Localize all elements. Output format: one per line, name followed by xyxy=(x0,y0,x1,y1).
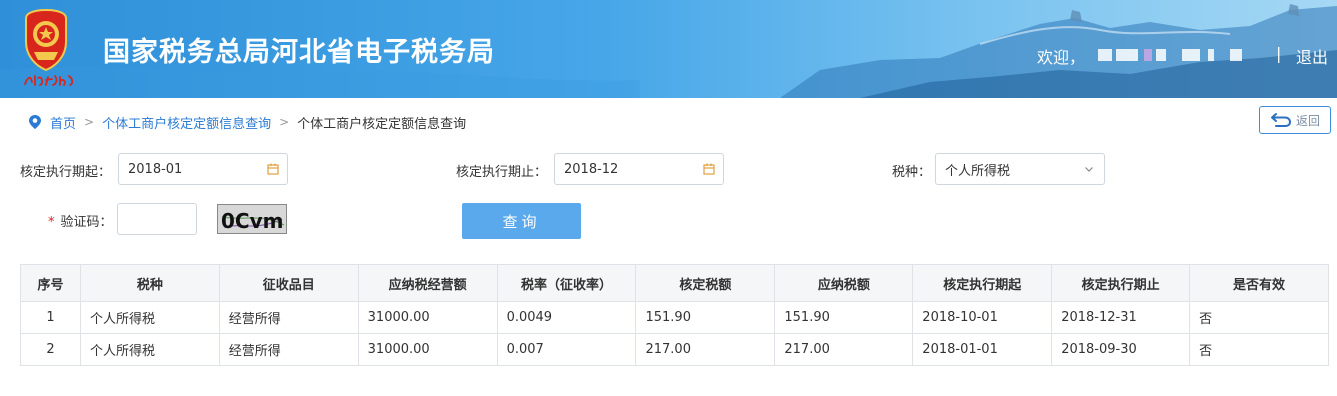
calendar-icon[interactable] xyxy=(267,163,279,175)
back-button-label: 返回 xyxy=(1295,113,1320,128)
col-header-index: 序号 xyxy=(20,264,81,302)
cell-index: 2 xyxy=(20,333,81,366)
captcha-input[interactable] xyxy=(117,203,197,235)
cell-start-date: 2018-01-01 xyxy=(912,333,1053,366)
col-header-taxable-amount: 应纳税经营额 xyxy=(357,264,498,302)
cell-payable-tax: 151.90 xyxy=(774,301,914,334)
start-period-input[interactable]: 2018-01 xyxy=(118,153,288,185)
breadcrumb-separator: > xyxy=(84,115,95,129)
site-header: 国家税务总局河北省电子税务局 欢迎， | 退出 xyxy=(0,0,1337,98)
chevron-down-icon xyxy=(1085,167,1093,172)
calendar-icon[interactable] xyxy=(703,163,715,175)
breadcrumb-home[interactable]: 首页 xyxy=(50,113,76,132)
col-header-payable-tax: 应纳税额 xyxy=(774,264,914,302)
col-header-tax-rate: 税率（征收率） xyxy=(496,264,637,302)
return-arrow-icon xyxy=(1270,113,1291,127)
captcha-graphic: 0Cvm xyxy=(221,209,285,233)
captcha-label-text: 验证码： xyxy=(60,215,113,230)
col-header-item: 征收品目 xyxy=(218,264,359,302)
breadcrumb: 首页 > 个体工商户核定定额信息查询 > 个体工商户核定定额信息查询 xyxy=(28,113,467,132)
end-period-label: 核定执行期止： xyxy=(456,165,548,180)
cell-taxable-amount: 31000.00 xyxy=(357,301,498,334)
start-period-value: 2018-01 xyxy=(128,161,183,177)
cell-assessed-tax: 217.00 xyxy=(635,333,776,366)
logout-link[interactable]: 退出 xyxy=(1296,44,1328,68)
cell-valid: 否 xyxy=(1189,301,1329,334)
table-row: 2 个人所得税 经营所得 31000.00 0.007 217.00 217.0… xyxy=(20,333,1329,366)
col-header-tax-type: 税种 xyxy=(79,264,220,302)
end-period-input[interactable]: 2018-12 xyxy=(554,153,724,185)
cell-index: 1 xyxy=(20,301,81,334)
cell-payable-tax: 217.00 xyxy=(774,333,914,366)
table-row: 1 个人所得税 经营所得 31000.00 0.0049 151.90 151.… xyxy=(20,301,1329,334)
cell-tax-rate: 0.007 xyxy=(496,333,637,366)
welcome-text: 欢迎， xyxy=(1037,48,1086,67)
site-title: 国家税务总局河北省电子税务局 xyxy=(103,37,495,68)
tax-emblem-icon xyxy=(25,8,67,72)
breadcrumb-separator: > xyxy=(279,115,290,129)
col-header-start-date: 核定执行期起 xyxy=(912,264,1053,302)
captcha-image[interactable]: 0Cvm xyxy=(217,204,287,234)
cell-taxable-amount: 31000.00 xyxy=(357,333,498,366)
location-pin-icon xyxy=(29,115,41,129)
start-period-label: 核定执行期起： xyxy=(20,165,112,180)
cell-assessed-tax: 151.90 xyxy=(635,301,776,334)
col-header-end-date: 核定执行期止 xyxy=(1051,264,1191,302)
header-separator: | xyxy=(1276,44,1282,63)
back-button[interactable]: 返回 xyxy=(1259,106,1331,134)
breadcrumb-current: 个体工商户核定定额信息查询 xyxy=(297,116,467,132)
cell-item: 经营所得 xyxy=(218,333,359,366)
redacted-username xyxy=(1090,46,1255,62)
required-mark: * xyxy=(48,215,55,230)
tax-type-label: 税种： xyxy=(892,165,932,180)
tax-type-value: 个人所得税 xyxy=(945,163,1011,179)
cell-tax-rate: 0.0049 xyxy=(496,301,637,334)
query-button[interactable]: 查询 xyxy=(462,203,581,239)
col-header-assessed-tax: 核定税额 xyxy=(635,264,776,302)
table-header-row: 序号 税种 征收品目 应纳税经营额 税率（征收率） 核定税额 应纳税额 核定执行… xyxy=(20,264,1329,302)
cell-end-date: 2018-09-30 xyxy=(1051,333,1191,366)
tax-type-select[interactable]: 个人所得税 xyxy=(935,153,1105,185)
cell-start-date: 2018-10-01 xyxy=(912,301,1053,334)
cell-valid: 否 xyxy=(1189,333,1329,366)
result-table: 序号 税种 征收品目 应纳税经营额 税率（征收率） 核定税额 应纳税额 核定执行… xyxy=(20,264,1329,366)
captcha-text: 0Cvm xyxy=(221,209,283,233)
cell-item: 经营所得 xyxy=(218,301,359,334)
captcha-label: * 验证码： xyxy=(48,211,113,230)
china-tax-script-logo xyxy=(24,75,74,86)
cell-end-date: 2018-12-31 xyxy=(1051,301,1191,334)
cell-tax-type: 个人所得税 xyxy=(79,301,220,334)
cell-tax-type: 个人所得税 xyxy=(79,333,220,366)
end-period-value: 2018-12 xyxy=(564,161,619,177)
breadcrumb-level1[interactable]: 个体工商户核定定额信息查询 xyxy=(102,113,271,132)
col-header-valid: 是否有效 xyxy=(1189,264,1329,302)
